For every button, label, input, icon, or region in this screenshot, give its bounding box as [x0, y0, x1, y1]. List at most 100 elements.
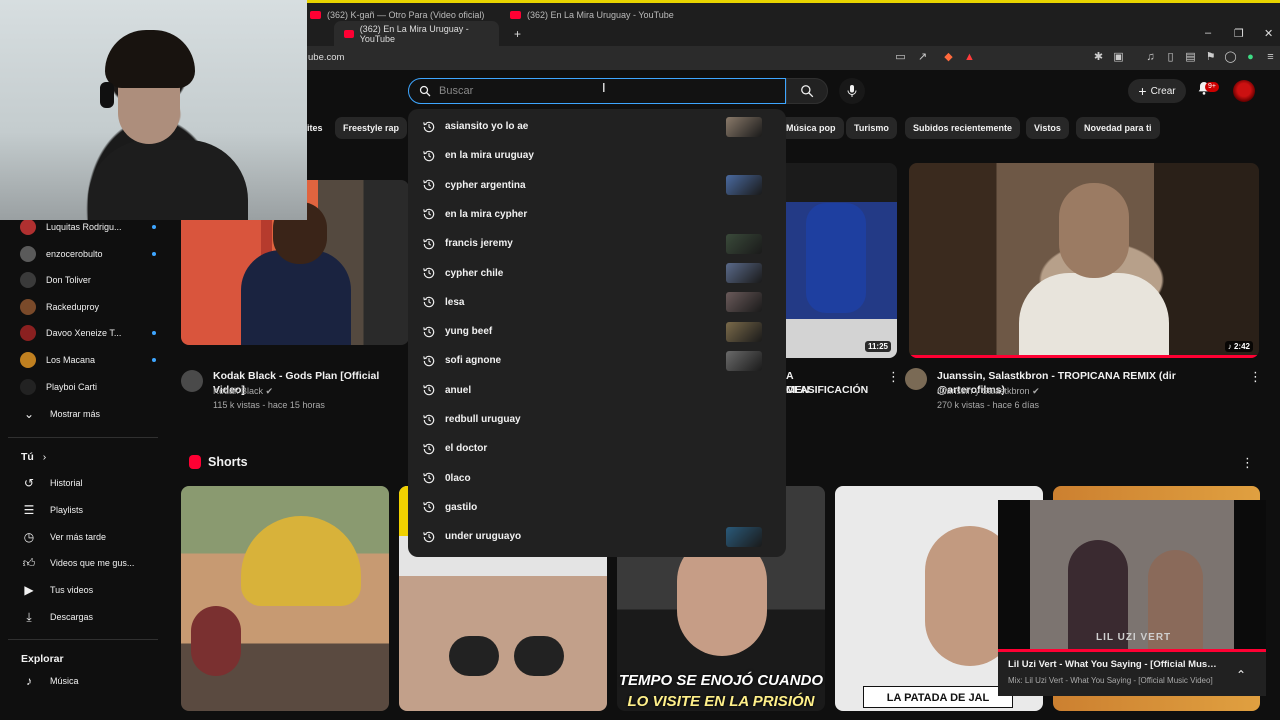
- sidebar-subscription[interactable]: Rackeduproy: [20, 297, 160, 317]
- search-suggestion[interactable]: cypher argentina: [408, 171, 786, 200]
- cast-icon[interactable]: ▭: [894, 51, 907, 64]
- sidebar-subscription[interactable]: Don Toliver: [20, 270, 160, 290]
- minimize-button[interactable]: –: [1205, 27, 1211, 39]
- sidebar-item[interactable]: ↺ Historial: [22, 473, 83, 493]
- search-suggestion[interactable]: francis jeremy: [408, 229, 786, 258]
- sidebar-divider: [8, 639, 158, 640]
- suggestion-thumbnail: [726, 263, 762, 283]
- search-box[interactable]: [408, 78, 786, 104]
- search-suggestion[interactable]: sofi agnone: [408, 346, 786, 375]
- sidebar-item-label: Descargas: [50, 612, 94, 622]
- search-suggestion[interactable]: yung beef: [408, 317, 786, 346]
- liked-videos-icon: 👍︎: [22, 556, 36, 571]
- sidebar-toggle-icon[interactable]: ▯: [1164, 51, 1177, 64]
- chevron-down-icon: ⌄: [23, 407, 35, 421]
- new-tab-button[interactable]: +: [504, 21, 531, 47]
- search-suggestion[interactable]: asiansito yo lo ae: [408, 112, 786, 141]
- video-thumbnail[interactable]: 11:25: [786, 163, 897, 358]
- history-icon: [423, 326, 435, 337]
- filter-chip[interactable]: Freestyle rap: [335, 117, 408, 139]
- url-text[interactable]: ube.com: [308, 52, 344, 63]
- more-actions-icon[interactable]: ⋮: [1249, 369, 1262, 385]
- more-actions-icon[interactable]: ⋮: [887, 369, 900, 385]
- sidebar-subscription[interactable]: Davoo Xeneize T...: [20, 323, 160, 343]
- miniplayer[interactable]: LIL UZI VERT Lil Uzi Vert - What You Say…: [998, 500, 1266, 696]
- miniplayer-progress[interactable]: [998, 649, 1266, 652]
- filter-chip[interactable]: Subidos recientemente: [905, 117, 1021, 139]
- sidebar-item[interactable]: ☰ Playlists: [22, 500, 83, 520]
- music-icon: ♪: [26, 674, 32, 688]
- show-more-button[interactable]: ⌄ Mostrar más: [22, 404, 100, 424]
- video-watermark: LIL UZI VERT: [1096, 632, 1172, 643]
- channel-avatar[interactable]: [181, 370, 203, 392]
- sidebar-subscription[interactable]: Los Macana: [20, 350, 160, 370]
- history-icon: [423, 179, 435, 191]
- video-channel[interactable]: Kodak Black ✔: [213, 384, 273, 398]
- sidebar-item[interactable]: 👍︎ Videos que me gus...: [22, 553, 135, 573]
- filter-chip[interactable]: Vistos: [1026, 117, 1069, 139]
- search-suggestion[interactable]: en la mira cypher: [408, 200, 786, 229]
- brave-rewards-icon[interactable]: ▲: [963, 51, 976, 64]
- video-meta: 115 k vistas - hace 15 horas: [213, 400, 325, 410]
- filter-chip[interactable]: Novedad para ti: [1076, 117, 1160, 139]
- filter-chip[interactable]: Música pop: [780, 117, 844, 139]
- video-thumbnail[interactable]: ♪ 2:42: [909, 163, 1259, 358]
- suggestion-text: anuel: [445, 384, 472, 396]
- extensions-icon[interactable]: ✱: [1092, 51, 1105, 64]
- search-suggestion[interactable]: gastilo: [408, 493, 786, 522]
- search-suggestion[interactable]: redbull uruguay: [408, 405, 786, 434]
- create-button[interactable]: + Crear: [1128, 79, 1186, 103]
- video-meta: 270 k vistas - hace 6 días: [937, 400, 1040, 410]
- sidebar-subscription[interactable]: enzocerobulto: [20, 244, 160, 264]
- vpn-icon[interactable]: ⚑: [1204, 51, 1217, 64]
- video-channel[interactable]: Juanssin y Salastkbron ✔: [937, 384, 1040, 398]
- search-suggestion[interactable]: under uruguayo: [408, 522, 786, 551]
- media-icon[interactable]: ♫: [1144, 51, 1157, 64]
- you-section-heading[interactable]: Tú ›: [21, 451, 46, 463]
- suggestion-thumbnail: [726, 350, 762, 371]
- suggestion-text: under uruguayo: [445, 531, 522, 543]
- search-suggestion[interactable]: en la mira uruguay: [408, 141, 786, 170]
- search-suggestion[interactable]: lesa: [408, 288, 786, 317]
- search-button[interactable]: [786, 78, 828, 104]
- suggestion-thumbnail: [726, 526, 762, 547]
- filter-chip[interactable]: Turismo: [846, 117, 897, 139]
- search-suggestion[interactable]: anuel: [408, 376, 786, 405]
- webcam-headset: [100, 82, 114, 108]
- voice-search-button[interactable]: [839, 78, 865, 104]
- youtube-favicon-icon: [510, 11, 521, 19]
- channel-avatar[interactable]: [905, 368, 927, 390]
- filter-chip[interactable]: ites: [305, 117, 331, 139]
- sidebar-subscription[interactable]: Playboi Carti: [20, 377, 160, 397]
- search-suggestion[interactable]: 0laco: [408, 464, 786, 493]
- search-input[interactable]: [439, 85, 759, 97]
- webcam-shirt: [88, 140, 248, 220]
- shield-icon[interactable]: ◯: [1224, 51, 1237, 64]
- share-icon[interactable]: ↗: [916, 51, 929, 64]
- miniplayer-subtitle: Mix: Lil Uzi Vert - What You Saying - [O…: [1008, 676, 1213, 685]
- sidebar-item[interactable]: ⤓ Descargas: [22, 607, 93, 627]
- sidebar-item[interactable]: ◷ Ver más tarde: [22, 527, 106, 547]
- search-suggestion[interactable]: cypher chile: [408, 259, 786, 288]
- miniplayer-title[interactable]: Lil Uzi Vert - What You Saying - [Offici…: [1008, 659, 1218, 670]
- wallet-icon[interactable]: ▤: [1184, 51, 1197, 64]
- chevron-up-icon[interactable]: ⌃: [1236, 668, 1246, 682]
- sidebar-item[interactable]: ♪ Música: [22, 671, 79, 691]
- suggestion-text: redbull uruguay: [445, 414, 521, 425]
- brave-shield-icon[interactable]: ◆: [942, 51, 955, 64]
- miniplayer-video[interactable]: LIL UZI VERT: [998, 500, 1266, 650]
- video-title-line2: MEN: [786, 384, 810, 396]
- more-actions-icon[interactable]: ⋮: [1241, 455, 1254, 471]
- maximize-button[interactable]: ❐: [1234, 27, 1244, 40]
- sidebar-item[interactable]: ▶ Tus videos: [22, 580, 93, 600]
- screenshot-icon[interactable]: ▣: [1112, 51, 1125, 64]
- short-thumbnail[interactable]: [181, 486, 389, 711]
- history-icon: [423, 209, 435, 220]
- menu-icon[interactable]: ≡: [1264, 51, 1277, 64]
- search-suggestion[interactable]: el doctor: [408, 434, 786, 463]
- profile-icon[interactable]: ●: [1244, 51, 1257, 64]
- close-window-button[interactable]: ✕: [1264, 27, 1273, 40]
- sidebar-subscription[interactable]: Luquitas Rodrigu...: [20, 217, 160, 237]
- account-avatar[interactable]: [1233, 80, 1255, 102]
- browser-tab-active[interactable]: (362) En La Mira Uruguay - YouTube: [334, 21, 499, 47]
